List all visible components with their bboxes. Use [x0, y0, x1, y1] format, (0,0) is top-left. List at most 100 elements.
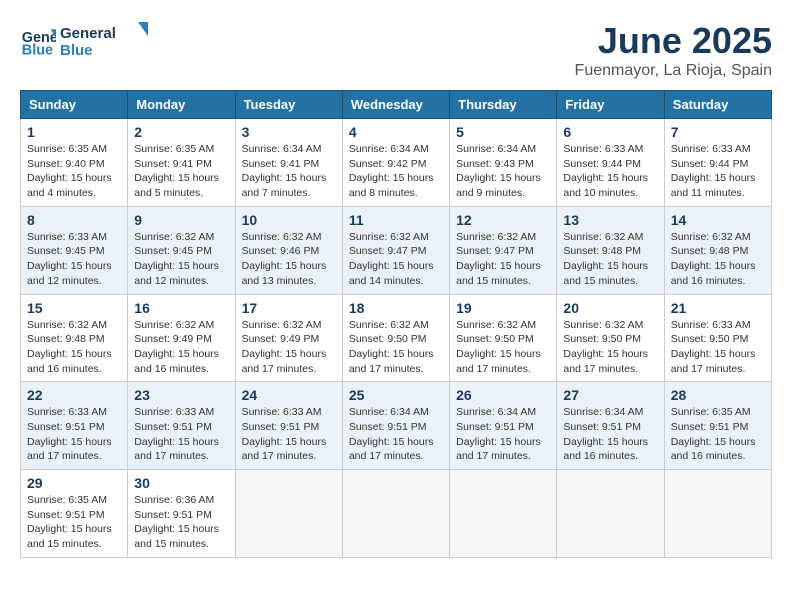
calendar-cell: 24 Sunrise: 6:33 AM Sunset: 9:51 PM Dayli… — [235, 382, 342, 470]
day-number: 21 — [671, 300, 765, 316]
title-block: June 2025 Fuenmayor, La Rioja, Spain — [575, 20, 772, 80]
calendar-cell — [450, 470, 557, 558]
calendar-header-friday: Friday — [557, 91, 664, 119]
calendar-cell: 5 Sunrise: 6:34 AM Sunset: 9:43 PM Daylig… — [450, 119, 557, 207]
month-title: June 2025 — [575, 20, 772, 62]
day-number: 6 — [563, 124, 657, 140]
calendar-cell: 11 Sunrise: 6:32 AM Sunset: 9:47 PM Dayli… — [342, 206, 449, 294]
calendar-cell: 22 Sunrise: 6:33 AM Sunset: 9:51 PM Dayli… — [21, 382, 128, 470]
day-number: 25 — [349, 387, 443, 403]
day-info: Sunrise: 6:32 AM Sunset: 9:48 PM Dayligh… — [671, 230, 765, 289]
day-number: 18 — [349, 300, 443, 316]
day-info: Sunrise: 6:34 AM Sunset: 9:42 PM Dayligh… — [349, 142, 443, 201]
logo-svg: General Blue — [60, 20, 150, 60]
calendar-cell: 26Sunrise: 6:34 AM Sunset: 9:51 PM Dayli… — [450, 382, 557, 470]
day-number: 20 — [563, 300, 657, 316]
day-number: 22 — [27, 387, 121, 403]
calendar-week-4: 29 Sunrise: 6:35 AM Sunset: 9:51 PM Dayli… — [21, 470, 772, 558]
day-info: Sunrise: 6:34 AM Sunset: 9:41 PM Dayligh… — [242, 142, 336, 201]
calendar-cell: 15 Sunrise: 6:32 AM Sunset: 9:48 PM Dayli… — [21, 294, 128, 382]
calendar-header-row: SundayMondayTuesdayWednesdayThursdayFrid… — [21, 91, 772, 119]
calendar-cell: 20 Sunrise: 6:32 AM Sunset: 9:50 PM Dayli… — [557, 294, 664, 382]
calendar-cell: 28 Sunrise: 6:35 AM Sunset: 9:51 PM Dayli… — [664, 382, 771, 470]
day-info: Sunrise: 6:32 AM Sunset: 9:48 PM Dayligh… — [563, 230, 657, 289]
day-number: 4 — [349, 124, 443, 140]
day-number: 13 — [563, 212, 657, 228]
day-info: Sunrise: 6:34 AM Sunset: 9:43 PM Dayligh… — [456, 142, 550, 201]
calendar-cell: 19 Sunrise: 6:32 AM Sunset: 9:50 PM Dayli… — [450, 294, 557, 382]
day-number: 8 — [27, 212, 121, 228]
day-number: 27 — [563, 387, 657, 403]
day-info: Sunrise: 6:33 AM Sunset: 9:51 PM Dayligh… — [27, 405, 121, 464]
page-header: General Blue General Blue June 2025 Fuen… — [20, 20, 772, 80]
day-number: 2 — [134, 124, 228, 140]
calendar-cell: 17 Sunrise: 6:32 AM Sunset: 9:49 PM Dayli… — [235, 294, 342, 382]
calendar-cell: 7Sunrise: 6:33 AM Sunset: 9:44 PM Daylig… — [664, 119, 771, 207]
calendar-week-0: 1 Sunrise: 6:35 AM Sunset: 9:40 PM Daylig… — [21, 119, 772, 207]
logo-icon: General Blue — [20, 22, 56, 58]
day-info: Sunrise: 6:35 AM Sunset: 9:51 PM Dayligh… — [671, 405, 765, 464]
day-info: Sunrise: 6:35 AM Sunset: 9:40 PM Dayligh… — [27, 142, 121, 201]
calendar-cell: 13 Sunrise: 6:32 AM Sunset: 9:48 PM Dayli… — [557, 206, 664, 294]
day-number: 15 — [27, 300, 121, 316]
day-info: Sunrise: 6:35 AM Sunset: 9:41 PM Dayligh… — [134, 142, 228, 201]
calendar-cell: 2 Sunrise: 6:35 AM Sunset: 9:41 PM Daylig… — [128, 119, 235, 207]
day-number: 17 — [242, 300, 336, 316]
calendar-cell: 10 Sunrise: 6:32 AM Sunset: 9:46 PM Dayli… — [235, 206, 342, 294]
day-info: Sunrise: 6:33 AM Sunset: 9:45 PM Dayligh… — [27, 230, 121, 289]
day-number: 3 — [242, 124, 336, 140]
svg-text:General: General — [60, 25, 116, 42]
logo: General Blue General Blue — [20, 20, 150, 60]
day-number: 12 — [456, 212, 550, 228]
day-number: 23 — [134, 387, 228, 403]
calendar-cell: 23 Sunrise: 6:33 AM Sunset: 9:51 PM Dayli… — [128, 382, 235, 470]
day-info: Sunrise: 6:35 AM Sunset: 9:51 PM Dayligh… — [27, 493, 121, 552]
day-number: 14 — [671, 212, 765, 228]
calendar-week-2: 15 Sunrise: 6:32 AM Sunset: 9:48 PM Dayli… — [21, 294, 772, 382]
calendar-cell: 1 Sunrise: 6:35 AM Sunset: 9:40 PM Daylig… — [21, 119, 128, 207]
svg-text:Blue: Blue — [22, 42, 53, 58]
calendar-cell — [557, 470, 664, 558]
day-info: Sunrise: 6:32 AM Sunset: 9:50 PM Dayligh… — [456, 318, 550, 377]
day-number: 19 — [456, 300, 550, 316]
svg-text:Blue: Blue — [60, 42, 93, 59]
calendar-cell: 12 Sunrise: 6:32 AM Sunset: 9:47 PM Dayli… — [450, 206, 557, 294]
day-number: 28 — [671, 387, 765, 403]
day-info: Sunrise: 6:33 AM Sunset: 9:51 PM Dayligh… — [134, 405, 228, 464]
calendar-cell — [235, 470, 342, 558]
calendar-header-thursday: Thursday — [450, 91, 557, 119]
calendar-cell: 14 Sunrise: 6:32 AM Sunset: 9:48 PM Dayli… — [664, 206, 771, 294]
day-info: Sunrise: 6:32 AM Sunset: 9:45 PM Dayligh… — [134, 230, 228, 289]
day-number: 26 — [456, 387, 550, 403]
day-info: Sunrise: 6:34 AM Sunset: 9:51 PM Dayligh… — [563, 405, 657, 464]
calendar-cell: 29 Sunrise: 6:35 AM Sunset: 9:51 PM Dayli… — [21, 470, 128, 558]
calendar-cell: 4 Sunrise: 6:34 AM Sunset: 9:42 PM Daylig… — [342, 119, 449, 207]
calendar-cell: 3 Sunrise: 6:34 AM Sunset: 9:41 PM Daylig… — [235, 119, 342, 207]
day-number: 5 — [456, 124, 550, 140]
day-info: Sunrise: 6:32 AM Sunset: 9:47 PM Dayligh… — [456, 230, 550, 289]
day-number: 1 — [27, 124, 121, 140]
calendar-cell: 27 Sunrise: 6:34 AM Sunset: 9:51 PM Dayli… — [557, 382, 664, 470]
day-number: 16 — [134, 300, 228, 316]
calendar-week-3: 22 Sunrise: 6:33 AM Sunset: 9:51 PM Dayli… — [21, 382, 772, 470]
day-info: Sunrise: 6:33 AM Sunset: 9:50 PM Dayligh… — [671, 318, 765, 377]
calendar-cell: 30Sunrise: 6:36 AM Sunset: 9:51 PM Dayli… — [128, 470, 235, 558]
day-info: Sunrise: 6:32 AM Sunset: 9:48 PM Dayligh… — [27, 318, 121, 377]
calendar-header-monday: Monday — [128, 91, 235, 119]
calendar-cell: 6Sunrise: 6:33 AM Sunset: 9:44 PM Daylig… — [557, 119, 664, 207]
day-number: 29 — [27, 475, 121, 491]
day-info: Sunrise: 6:32 AM Sunset: 9:50 PM Dayligh… — [563, 318, 657, 377]
day-info: Sunrise: 6:32 AM Sunset: 9:47 PM Dayligh… — [349, 230, 443, 289]
location: Fuenmayor, La Rioja, Spain — [575, 62, 772, 80]
day-number: 10 — [242, 212, 336, 228]
calendar-cell: 9 Sunrise: 6:32 AM Sunset: 9:45 PM Daylig… — [128, 206, 235, 294]
day-info: Sunrise: 6:32 AM Sunset: 9:49 PM Dayligh… — [242, 318, 336, 377]
day-number: 9 — [134, 212, 228, 228]
calendar-cell — [342, 470, 449, 558]
calendar-header-saturday: Saturday — [664, 91, 771, 119]
day-info: Sunrise: 6:32 AM Sunset: 9:46 PM Dayligh… — [242, 230, 336, 289]
day-number: 11 — [349, 212, 443, 228]
day-info: Sunrise: 6:33 AM Sunset: 9:51 PM Dayligh… — [242, 405, 336, 464]
calendar-table: SundayMondayTuesdayWednesdayThursdayFrid… — [20, 90, 772, 558]
day-number: 24 — [242, 387, 336, 403]
